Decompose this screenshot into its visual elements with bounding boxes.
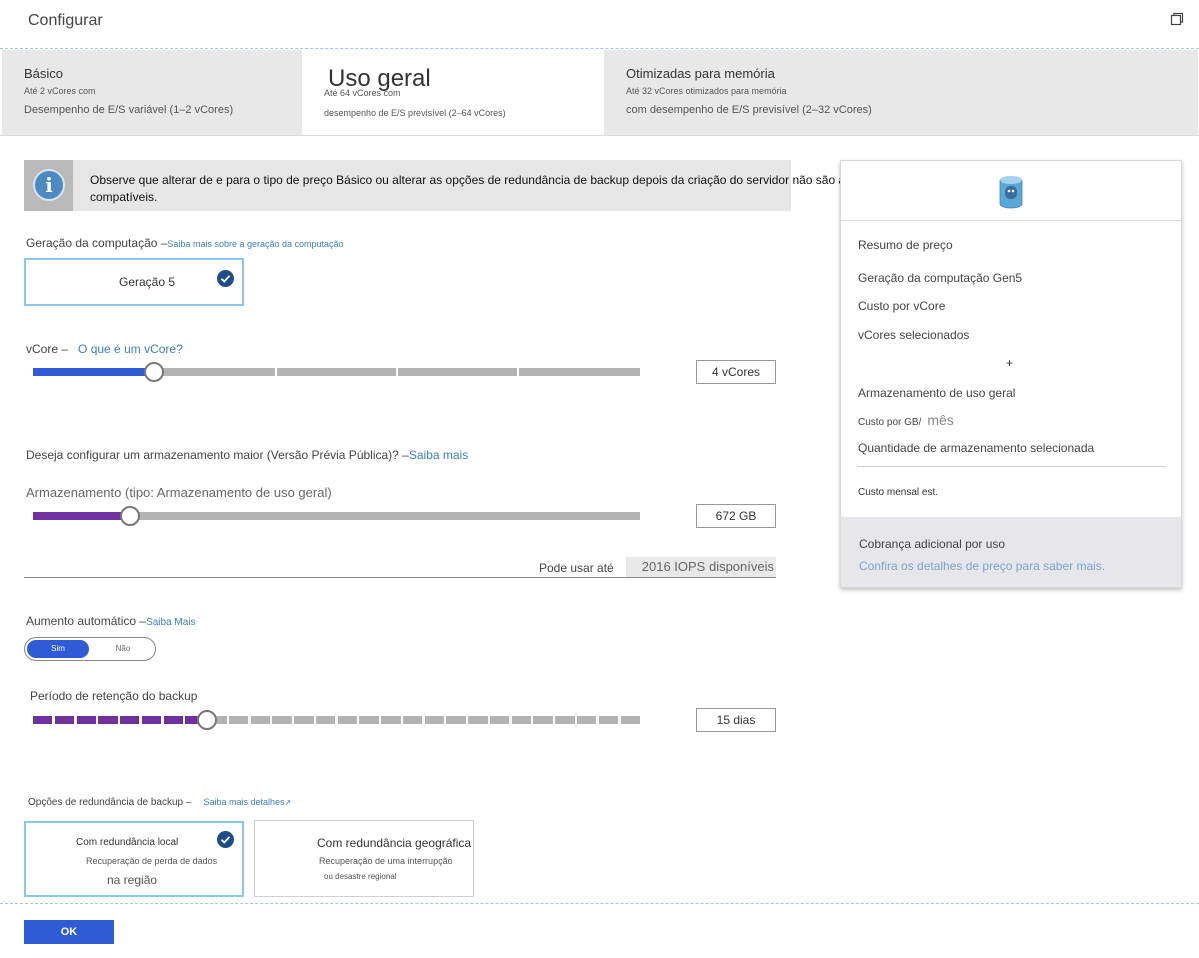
- compute-generation-label: Geração da computação –Saiba mais sobre …: [26, 236, 344, 250]
- iops-prefix: Pode usar até: [539, 561, 614, 575]
- retention-segment: [120, 716, 140, 724]
- geo-redundancy-line1: Recuperação de uma interrupção: [319, 856, 453, 866]
- storage-divider: [24, 577, 776, 578]
- tier-basic-line2: Desempenho de E/S variável (1–2 vCores): [24, 104, 234, 116]
- tier-memory-title: Otimizadas para memória: [626, 66, 775, 81]
- local-redundancy-line2: na região: [107, 873, 158, 887]
- vcore-track-gap: [396, 368, 398, 376]
- header-divider: [0, 48, 1199, 49]
- pricing-compute-gen: Geração da computação Gen5: [858, 271, 1023, 285]
- pricing-cost-per-vcore: Custo por vCore: [858, 299, 946, 313]
- restore-window-icon[interactable]: [1170, 12, 1184, 26]
- pricing-details-link[interactable]: Confira os detalhes de preço para saber …: [859, 559, 1105, 573]
- storage-slider-fill: [33, 512, 130, 520]
- retention-segment: [381, 716, 401, 724]
- retention-segment: [598, 716, 619, 724]
- retention-segment: [468, 716, 488, 724]
- autogrow-label: Aumento automático –Saiba Mais: [26, 614, 196, 628]
- retention-segment: [489, 716, 510, 724]
- storage-slider-thumb[interactable]: [120, 506, 140, 526]
- tier-divider: [0, 135, 1199, 136]
- vcore-label: vCore – O que é um vCore?: [26, 342, 183, 356]
- retention-segment: [315, 716, 336, 724]
- retention-segment: [533, 716, 553, 724]
- retention-segment: [446, 716, 466, 724]
- vcore-track-gap: [517, 368, 519, 376]
- tier-memory-line1: Até 32 vCores otimizados para memória: [626, 86, 787, 96]
- pricing-monthly-cost: Custo mensal est.: [858, 487, 939, 498]
- retention-segment: [402, 716, 423, 724]
- local-redundancy-line1: Recuperação de perda de dados: [86, 856, 218, 866]
- retention-segment: [577, 716, 597, 724]
- autogrow-yes-option[interactable]: Sim: [27, 640, 89, 658]
- pricing-extra-section: [841, 517, 1181, 587]
- autogrow-link[interactable]: Saiba Mais: [146, 617, 195, 628]
- retention-slider-track[interactable]: [33, 716, 640, 724]
- retention-segment: [359, 716, 379, 724]
- retention-segment: [228, 716, 249, 724]
- footer-divider: [0, 903, 1199, 904]
- pricing-cost-per-gb: Custo por GB/mês: [858, 412, 954, 428]
- retention-segment: [98, 716, 118, 724]
- tier-general-line1: Até 64 vCores com: [324, 88, 401, 98]
- vcore-help-link[interactable]: O que é um vCore?: [78, 342, 183, 356]
- iops-value: 2016 IOPS disponíveis: [626, 557, 776, 577]
- pricing-summary-title: Resumo de preço: [858, 238, 953, 252]
- tier-basic-title: Básico: [24, 66, 64, 81]
- vcore-slider-fill: [33, 368, 154, 376]
- retention-segment: [337, 716, 358, 724]
- retention-segment: [294, 716, 314, 724]
- retention-segment: [272, 716, 292, 724]
- pricing-storage-selected: Quantidade de armazenamento selecionada: [858, 441, 1095, 455]
- retention-segment: [511, 716, 532, 724]
- tier-basic-line1: Até 2 vCores com: [24, 86, 96, 96]
- compute-generation-link[interactable]: Saiba mais sobre a geração da computação: [167, 239, 343, 249]
- retention-segment: [424, 716, 445, 724]
- geo-redundancy-title: Com redundância geográfica: [317, 836, 472, 850]
- redundancy-label: Opções de redundância de backup – Saiba m…: [28, 797, 292, 808]
- pricing-storage-title: Armazenamento de uso geral: [858, 386, 1016, 400]
- vcore-slider-thumb[interactable]: [144, 362, 164, 382]
- retention-segment: [250, 716, 271, 724]
- external-link-icon: ↗: [284, 798, 292, 807]
- panel-divider: [857, 466, 1166, 467]
- autogrow-no-option[interactable]: Não: [92, 640, 154, 658]
- check-icon: [217, 270, 234, 287]
- storage-label: Armazenamento (tipo: Armazenamento de us…: [26, 485, 332, 500]
- redundancy-link[interactable]: Saiba mais detalhes: [203, 797, 284, 807]
- check-icon: [217, 831, 234, 848]
- geo-redundancy-line2: ou desastre regional: [324, 872, 397, 881]
- local-redundancy-title: Com redundância local: [76, 837, 179, 848]
- panel-title: Configurar: [28, 12, 103, 29]
- retention-segment: [620, 716, 640, 724]
- postgresql-database-icon: [998, 175, 1024, 214]
- tier-general-purpose[interactable]: Uso geral Até 64 vCores com desempenho d…: [302, 50, 604, 136]
- retention-segment: [555, 716, 575, 724]
- tier-memory-line2: com desempenho de E/S previsível (2–32 v…: [626, 104, 872, 116]
- storage-question: Deseja configurar um armazenamento maior…: [26, 448, 469, 462]
- tier-basic[interactable]: Básico Até 2 vCores com Desempenho de E/…: [2, 50, 302, 136]
- retention-segment: [141, 716, 162, 724]
- vcore-track-gap: [275, 368, 277, 376]
- info-icon: i: [33, 169, 65, 201]
- tier-memory-optimized[interactable]: Otimizadas para memória Até 32 vCores ot…: [604, 50, 1198, 136]
- retention-segment: [33, 716, 53, 724]
- pricing-vcores-selected: vCores selecionados: [858, 328, 970, 342]
- pricing-plus: +: [1006, 356, 1014, 370]
- pricing-extra-title: Cobrança adicional por uso: [859, 537, 1006, 551]
- notice-text: Observe que alterar de e para o tipo de …: [90, 173, 871, 204]
- retention-segment: [54, 716, 75, 724]
- retention-label: Período de retenção do backup: [30, 689, 198, 703]
- retention-slider-thumb[interactable]: [197, 710, 218, 730]
- vcore-value-box[interactable]: 4 vCores: [696, 360, 776, 384]
- generation-5-label: Geração 5: [119, 275, 176, 289]
- retention-value-box[interactable]: 15 dias: [696, 708, 776, 732]
- tier-general-line2: desempenho de E/S previsível (2–64 vCore…: [324, 108, 506, 118]
- panel-divider: [841, 220, 1181, 221]
- storage-value-box[interactable]: 672 GB: [696, 504, 776, 528]
- storage-learn-more-link[interactable]: Saiba mais: [409, 448, 468, 462]
- retention-segment: [163, 716, 184, 724]
- retention-segment: [76, 716, 96, 724]
- ok-button[interactable]: OK: [24, 920, 114, 944]
